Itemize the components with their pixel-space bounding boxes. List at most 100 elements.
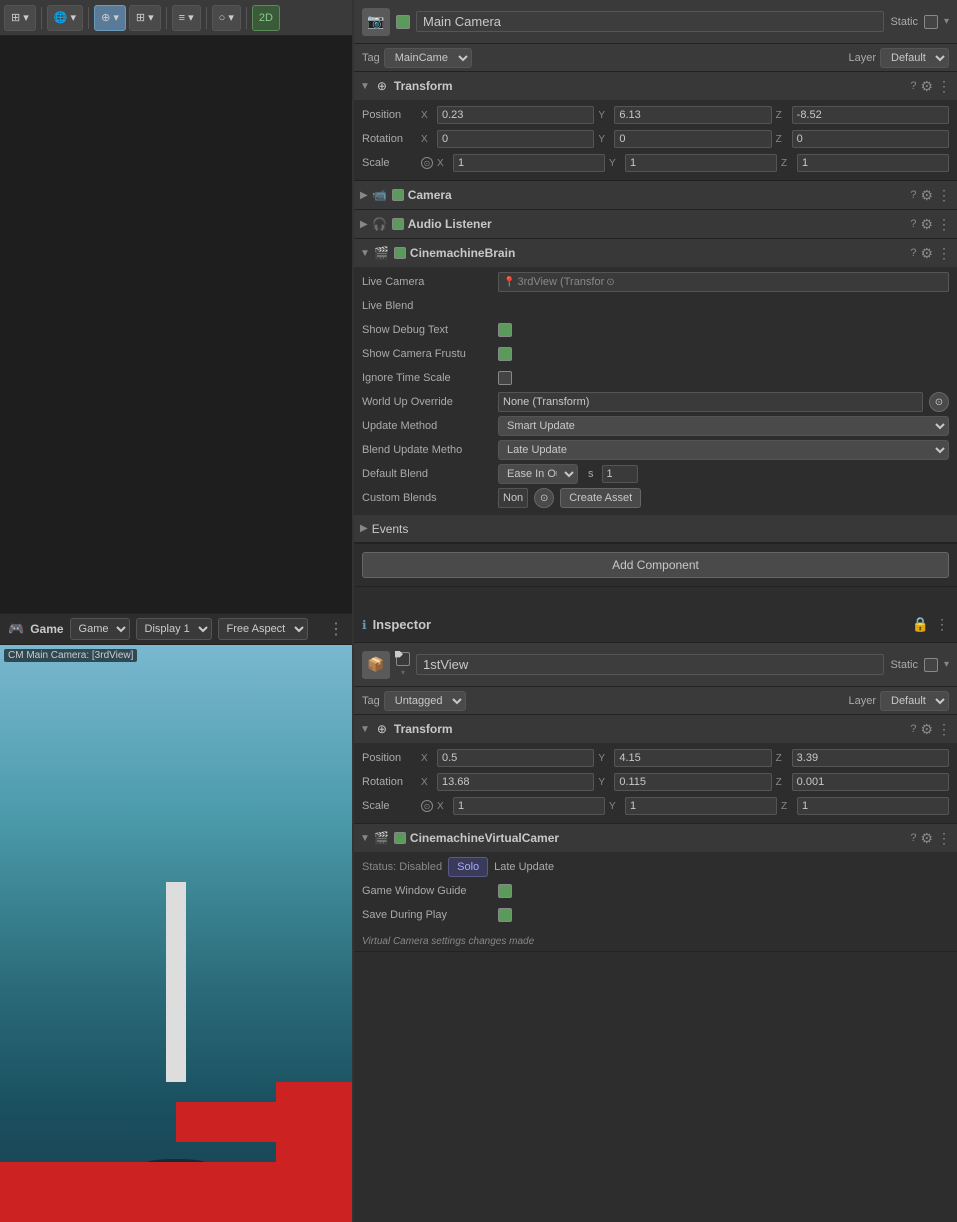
firstview-rot-x-input[interactable] [437, 773, 594, 791]
cm-brain-header[interactable]: ▼ 🎬 CinemachineBrain ? ⚙ ⋮ [354, 239, 957, 267]
add-component-btn[interactable]: Add Component [362, 552, 949, 578]
world-up-value[interactable]: None (Transform) [498, 392, 923, 412]
firstview-scale-link-icon[interactable]: ⊙ [421, 800, 433, 812]
rotation-label: Rotation [362, 133, 417, 145]
custom-blends-target-btn[interactable]: ⊙ [534, 488, 554, 508]
rot-y-input[interactable] [614, 130, 771, 148]
main-camera-dropdown-arrow[interactable]: ▾ [944, 16, 949, 27]
rot-z-input[interactable] [792, 130, 949, 148]
firstview-transform-help[interactable]: ? [910, 723, 916, 735]
toolbar-btn-scene[interactable]: ⊞ ▾ [4, 5, 36, 31]
audio-help-icon[interactable]: ? [910, 218, 916, 230]
inspector-more-icon[interactable]: ⋮ [935, 616, 949, 633]
audio-active-checkbox[interactable] [392, 218, 404, 230]
firstview-name-input[interactable] [416, 654, 884, 675]
ignore-time-checkbox[interactable] [498, 371, 512, 385]
cm-brain-help-icon[interactable]: ? [910, 247, 916, 259]
main-camera-name-input[interactable] [416, 11, 884, 32]
right-panel-scroll[interactable]: 📷 Static ▾ Tag MainCame Layer Default ▼ … [354, 0, 957, 1222]
firstview-tag-select[interactable]: Untagged [384, 691, 466, 711]
scale-x-input[interactable] [453, 154, 605, 172]
toolbar-btn-globe[interactable]: 🌐 ▾ [47, 5, 83, 31]
inspector-lock-icon[interactable]: 🔒 [912, 616, 929, 633]
camera-header[interactable]: ▶ 📹 Camera ? ⚙ ⋮ [354, 181, 957, 209]
live-camera-value[interactable]: 📍 3rdView (Transfor ⊙ [498, 272, 949, 292]
create-asset-btn[interactable]: Create Asset [560, 488, 641, 508]
custom-blends-none-value: Non [498, 488, 528, 508]
game-window-checkbox[interactable] [498, 884, 512, 898]
firstview-active-checkbox[interactable] [396, 652, 410, 666]
blend-update-select[interactable]: Late Update [498, 440, 949, 460]
cm-brain-active-checkbox[interactable] [394, 247, 406, 259]
display-select[interactable]: Display 1 [136, 618, 212, 640]
rot-x-input[interactable] [437, 130, 594, 148]
firstview-rot-y-axis: Y [598, 777, 610, 788]
transform-more-icon[interactable]: ⋮ [937, 78, 951, 95]
scale-z-input[interactable] [797, 154, 949, 172]
show-debug-checkbox[interactable] [498, 323, 512, 337]
firstview-scale-x-input[interactable] [453, 797, 605, 815]
cm-virtual-help-icon[interactable]: ? [910, 832, 916, 844]
toolbar-btn-2d[interactable]: 2D [252, 5, 280, 31]
default-blend-select[interactable]: Ease In Ou [498, 464, 578, 484]
firstview-pos-z-input[interactable] [792, 749, 949, 767]
pos-z-input[interactable] [792, 106, 949, 124]
firstview-pos-x-input[interactable] [437, 749, 594, 767]
firstview-rot-z-input[interactable] [792, 773, 949, 791]
toolbar-btn-light[interactable]: ○ ▾ [212, 5, 241, 31]
audio-settings-icon[interactable]: ⚙ [920, 216, 933, 233]
cm-virtual-header[interactable]: ▼ 🎬 CinemachineVirtualCamer ? ⚙ ⋮ [354, 824, 957, 852]
toolbar-btn-move[interactable]: ⊕ ▾ [94, 5, 126, 31]
save-during-checkbox[interactable] [498, 908, 512, 922]
pos-x-input[interactable] [437, 106, 594, 124]
update-method-select[interactable]: Smart Update [498, 416, 949, 436]
cm-brain-settings-icon[interactable]: ⚙ [920, 245, 933, 262]
firstview-scale-z-input[interactable] [797, 797, 949, 815]
toolbar-btn-grid[interactable]: ≡ ▾ [172, 5, 201, 31]
firstview-expand-arrow[interactable]: ▾ [401, 668, 405, 677]
rot-z-axis: Z [776, 134, 788, 145]
world-up-target-btn[interactable]: ⊙ [929, 392, 949, 412]
toolbar-btn-pivot[interactable]: ⊞ ▾ [129, 5, 161, 31]
firstview-pos-y-input[interactable] [614, 749, 771, 767]
transform-header[interactable]: ▼ ⊕ Transform ? ⚙ ⋮ [354, 72, 957, 100]
game-header-more[interactable]: ⋮ [328, 619, 344, 639]
audio-more-icon[interactable]: ⋮ [937, 216, 951, 233]
firstview-layer-select[interactable]: Default [880, 691, 949, 711]
cm-solo-btn[interactable]: Solo [448, 857, 488, 877]
scale-y-input[interactable] [625, 154, 777, 172]
main-camera-tag-layer: Tag MainCame Layer Default [354, 44, 957, 72]
camera-settings-icon[interactable]: ⚙ [920, 187, 933, 204]
firstview-static-checkbox[interactable] [924, 658, 938, 672]
firstview-transform-more[interactable]: ⋮ [937, 721, 951, 738]
scale-link-icon[interactable]: ⊙ [421, 157, 433, 169]
cm-virtual-active-checkbox[interactable] [394, 832, 406, 844]
aspect-select[interactable]: Free Aspect [218, 618, 308, 640]
main-camera-static-checkbox[interactable] [924, 15, 938, 29]
default-blend-num-input[interactable] [602, 465, 638, 483]
firstview-rot-y-input[interactable] [614, 773, 771, 791]
left-panel: ⊞ ▾ 🌐 ▾ ⊕ ▾ ⊞ ▾ ≡ ▾ ○ ▾ 2D ☰ ✋ ⊕ ↺ ⤢ ⊞ [0, 0, 353, 1222]
show-frustum-checkbox[interactable] [498, 347, 512, 361]
platform-horizontal [176, 1102, 352, 1142]
pos-y-input[interactable] [614, 106, 771, 124]
events-row[interactable]: ▶ Events [354, 515, 957, 543]
camera-active-checkbox[interactable] [392, 189, 404, 201]
cm-virtual-settings-icon[interactable]: ⚙ [920, 830, 933, 847]
cm-brain-more-icon[interactable]: ⋮ [937, 245, 951, 262]
audio-icon: 🎧 [372, 216, 388, 232]
transform-help-icon[interactable]: ? [910, 80, 916, 92]
firstview-transform-header[interactable]: ▼ ⊕ Transform ? ⚙ ⋮ [354, 715, 957, 743]
cm-virtual-more-icon[interactable]: ⋮ [937, 830, 951, 847]
main-camera-layer-select[interactable]: Default [880, 48, 949, 68]
firstview-transform-settings[interactable]: ⚙ [920, 721, 933, 738]
firstview-scale-y-input[interactable] [625, 797, 777, 815]
firstview-dropdown-arrow[interactable]: ▾ [944, 659, 949, 670]
camera-help-icon[interactable]: ? [910, 189, 916, 201]
camera-more-icon[interactable]: ⋮ [937, 187, 951, 204]
main-camera-active-checkbox[interactable] [396, 15, 410, 29]
transform-settings-icon[interactable]: ⚙ [920, 78, 933, 95]
audio-listener-header[interactable]: ▶ 🎧 Audio Listener ? ⚙ ⋮ [354, 210, 957, 238]
main-camera-tag-select[interactable]: MainCame [384, 48, 472, 68]
game-select[interactable]: Game [70, 618, 130, 640]
